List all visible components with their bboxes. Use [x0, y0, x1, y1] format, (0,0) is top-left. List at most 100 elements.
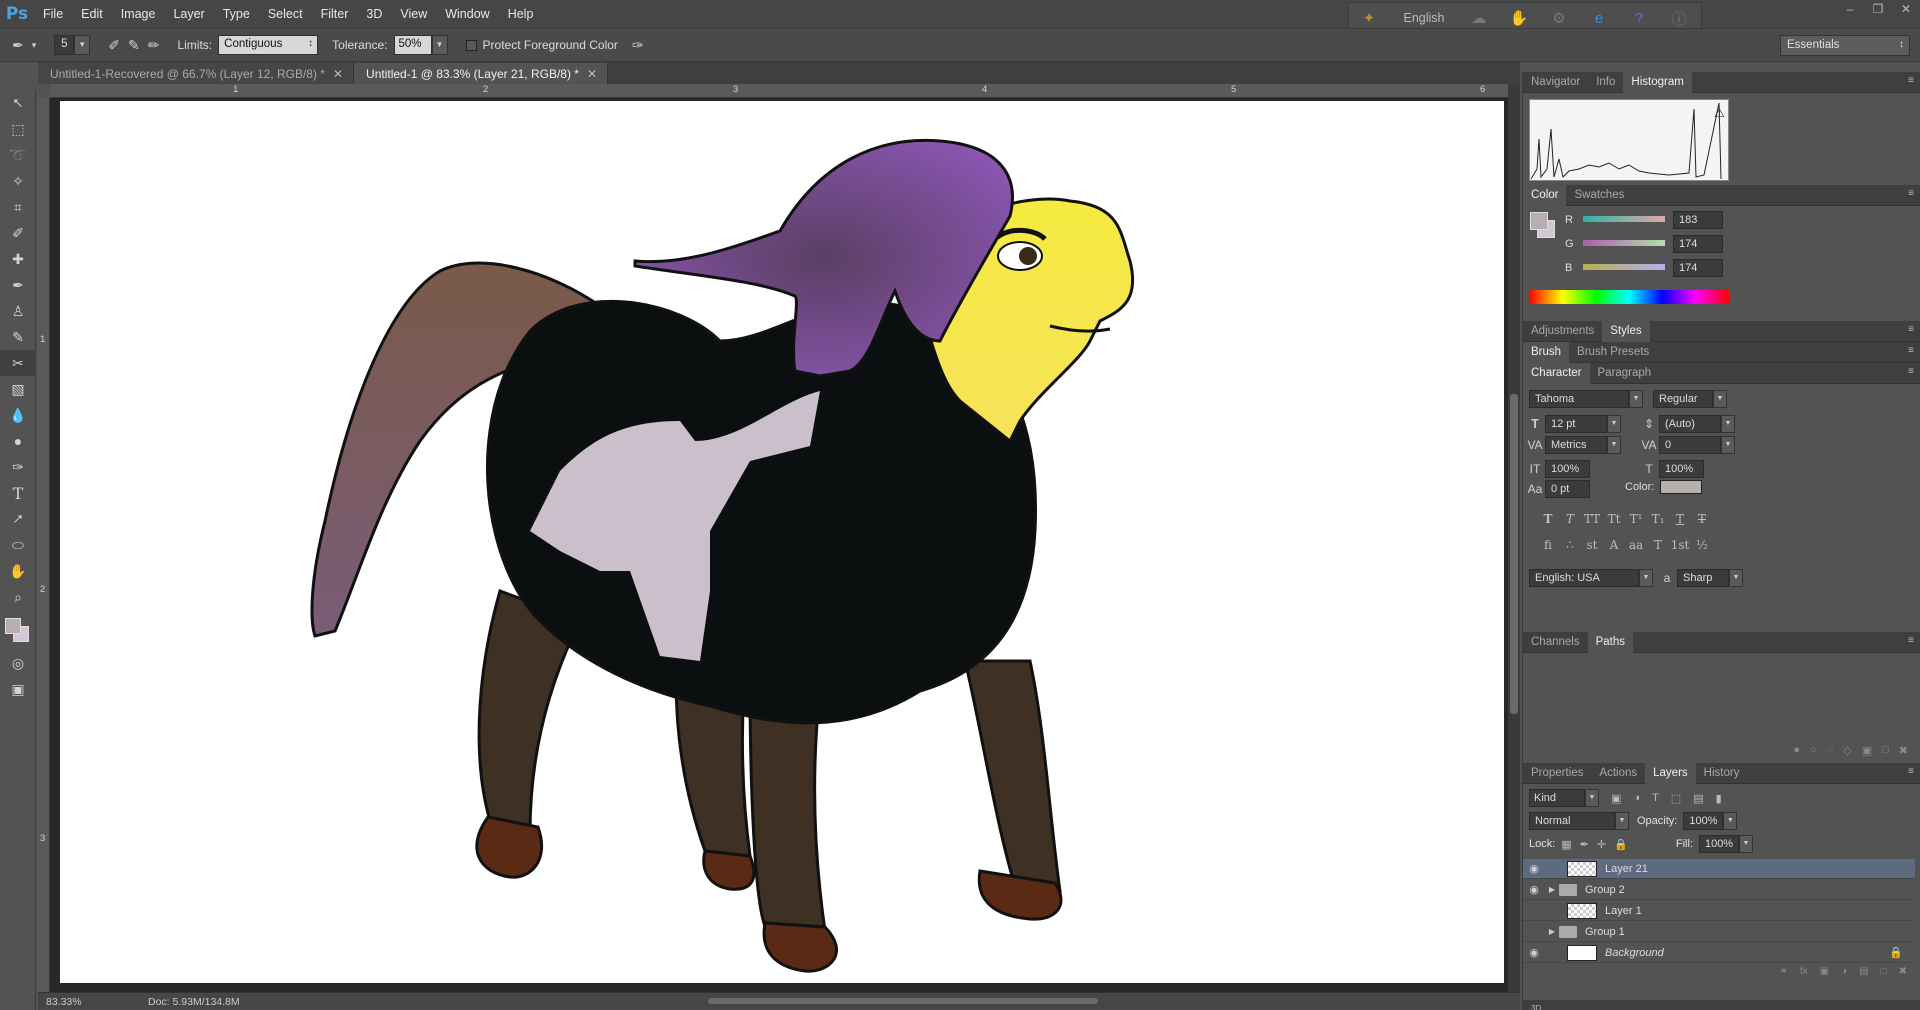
kerning-field[interactable]: Metrics [1545, 436, 1607, 454]
panel-menu-icon[interactable]: ≡ [1908, 766, 1914, 777]
zoom-tool-icon[interactable]: ⌕ [0, 584, 36, 610]
ellipse-tool-icon[interactable]: ⬭ [0, 532, 36, 558]
sampling-background-icon[interactable]: ✏ [148, 37, 160, 54]
history-brush-tool-icon[interactable]: ✎ [0, 324, 36, 350]
background-eraser-tool-icon[interactable]: ✒ [12, 37, 24, 54]
oldstyle-icon[interactable]: st [1581, 534, 1603, 556]
menu-file[interactable]: File [34, 7, 72, 21]
color-spectrum-ramp[interactable] [1529, 290, 1729, 304]
tab-info[interactable]: Info [1588, 72, 1623, 93]
new-layer-icon[interactable]: □ [1881, 966, 1887, 982]
lock-all-icon[interactable]: 🔒 [1614, 838, 1628, 851]
menu-type[interactable]: Type [214, 7, 259, 21]
eyedropper-tool-icon[interactable]: ✐ [0, 220, 36, 246]
blur-tool-icon[interactable]: 💧 [0, 402, 36, 428]
make-work-path-icon[interactable]: ◇ [1843, 744, 1851, 757]
tolerance-field[interactable]: 50% [393, 35, 432, 55]
new-path-icon[interactable]: □ [1882, 744, 1889, 757]
protect-foreground-checkbox[interactable] [465, 39, 477, 51]
fill-field[interactable]: 100% [1698, 835, 1739, 853]
tracking-field[interactable]: 0 [1659, 436, 1721, 454]
tolerance-dropdown[interactable]: ▼ [431, 35, 448, 55]
new-group-icon[interactable]: ▤ [1859, 966, 1868, 982]
visibility-eye-icon[interactable]: ◉ [1523, 862, 1545, 875]
color-fg-swatch[interactable] [1530, 212, 1548, 230]
browser-icon[interactable]: e [1579, 10, 1619, 27]
visibility-eye-off-icon[interactable]: ◉ [1523, 904, 1545, 917]
document-canvas[interactable] [60, 101, 1504, 983]
red-slider[interactable] [1583, 216, 1665, 222]
panel-menu-icon[interactable]: ≡ [1908, 635, 1914, 646]
path-select-tool-icon[interactable]: ⭧ [0, 506, 36, 532]
tab-histogram[interactable]: Histogram [1623, 71, 1692, 93]
language-dropdown[interactable]: ▼ [1639, 569, 1653, 587]
kerning-dropdown[interactable]: ▼ [1607, 436, 1621, 454]
menu-3d[interactable]: 3D [357, 7, 391, 21]
filter-adjustment-icon[interactable]: ◑ [1633, 792, 1640, 805]
filter-toggle-icon[interactable]: ▮ [1716, 792, 1722, 805]
pen-tool-icon[interactable]: ✑ [0, 454, 36, 480]
ordinals-icon[interactable]: 1st [1669, 534, 1691, 556]
type-tool-icon[interactable]: T [0, 480, 36, 506]
tab-3d[interactable]: 3D [1531, 1004, 1541, 1010]
zoom-level[interactable]: 83.33% [46, 996, 82, 1008]
leading-dropdown[interactable]: ▼ [1721, 415, 1735, 433]
move-tool-icon[interactable]: ⭦ [0, 90, 36, 116]
faux-bold-icon[interactable]: T [1537, 508, 1559, 530]
panel-menu-icon[interactable]: ≡ [1908, 366, 1914, 377]
histogram-warning-icon[interactable]: ⚠ [1714, 106, 1725, 120]
font-style-field[interactable]: Regular [1653, 390, 1713, 408]
vertical-scale-field[interactable]: 100% [1545, 460, 1590, 478]
layer-filter-kind[interactable]: Kind [1529, 789, 1585, 807]
panel-menu-icon[interactable]: ≡ [1908, 75, 1914, 86]
tab-character[interactable]: Character [1523, 362, 1590, 384]
layer-row-layer-21[interactable]: ◉ Layer 21 [1523, 859, 1915, 879]
lasso-tool-icon[interactable]: ➰ [0, 142, 36, 168]
fill-path-icon[interactable]: ● [1793, 744, 1800, 757]
dodge-tool-icon[interactable]: ● [0, 428, 36, 454]
font-style-dropdown[interactable]: ▼ [1713, 390, 1727, 408]
stroke-path-icon[interactable]: ○ [1810, 744, 1817, 757]
brush-size-field[interactable]: 5 [54, 35, 75, 55]
filter-smart-object-icon[interactable]: ▤ [1693, 792, 1703, 805]
stylistic-alternates-icon[interactable]: aa [1625, 534, 1647, 556]
sampling-continuous-icon[interactable]: ✐ [108, 37, 120, 54]
tab-history[interactable]: History [1696, 763, 1748, 784]
layer-row-background[interactable]: ◉ Background 🔒 [1523, 943, 1915, 963]
font-size-field[interactable]: 12 pt [1545, 415, 1607, 433]
tab-paragraph[interactable]: Paragraph [1590, 363, 1660, 384]
tab-swatches[interactable]: Swatches [1566, 185, 1632, 206]
opacity-field[interactable]: 100% [1683, 812, 1724, 830]
horizontal-scroll-thumb[interactable] [708, 998, 1098, 1004]
tab-adjustments[interactable]: Adjustments [1523, 321, 1602, 342]
hand-tool-icon[interactable]: ✋ [0, 558, 36, 584]
menu-window[interactable]: Window [436, 7, 498, 21]
filter-shape-icon[interactable]: ⬚ [1671, 792, 1681, 805]
visibility-eye-icon[interactable]: ◉ [1523, 946, 1545, 959]
tool-preset-chevron-icon[interactable]: ▾ [32, 40, 37, 51]
quick-select-tool-icon[interactable]: ✧ [0, 168, 36, 194]
faux-italic-icon[interactable]: T [1559, 508, 1581, 530]
tab-untitled-1-recovered[interactable]: Untitled-1-Recovered @ 66.7% (Layer 12, … [38, 63, 355, 84]
lock-position-icon[interactable]: ✛ [1597, 838, 1606, 851]
tab-styles[interactable]: Styles [1602, 320, 1650, 342]
adjustment-layer-icon[interactable]: ◑ [1841, 966, 1847, 982]
antialias-dropdown[interactable]: ▼ [1729, 569, 1743, 587]
layer-row-group-1[interactable]: ◉ ▶ Group 1 [1523, 922, 1915, 942]
layer-style-icon[interactable]: fx [1800, 966, 1808, 982]
menu-view[interactable]: View [391, 7, 436, 21]
menu-image[interactable]: Image [112, 7, 165, 21]
blend-mode-dropdown[interactable]: ▼ [1615, 812, 1629, 830]
tab-layers[interactable]: Layers [1645, 762, 1696, 784]
menu-edit[interactable]: Edit [72, 7, 112, 21]
opacity-dropdown[interactable]: ▼ [1723, 812, 1738, 830]
subscript-icon[interactable]: T₁ [1647, 508, 1669, 530]
filter-pixel-icon[interactable]: ▣ [1611, 792, 1621, 805]
blue-value-field[interactable]: 174 [1673, 259, 1723, 277]
gradient-tool-icon[interactable]: ▧ [0, 376, 36, 402]
link-layers-icon[interactable]: ⚭ [1779, 966, 1787, 982]
panel-menu-icon[interactable]: ≡ [1908, 188, 1914, 199]
leading-field[interactable]: (Auto) [1659, 415, 1721, 433]
fractions-icon[interactable]: ½ [1691, 534, 1713, 556]
blue-slider[interactable] [1583, 264, 1665, 270]
